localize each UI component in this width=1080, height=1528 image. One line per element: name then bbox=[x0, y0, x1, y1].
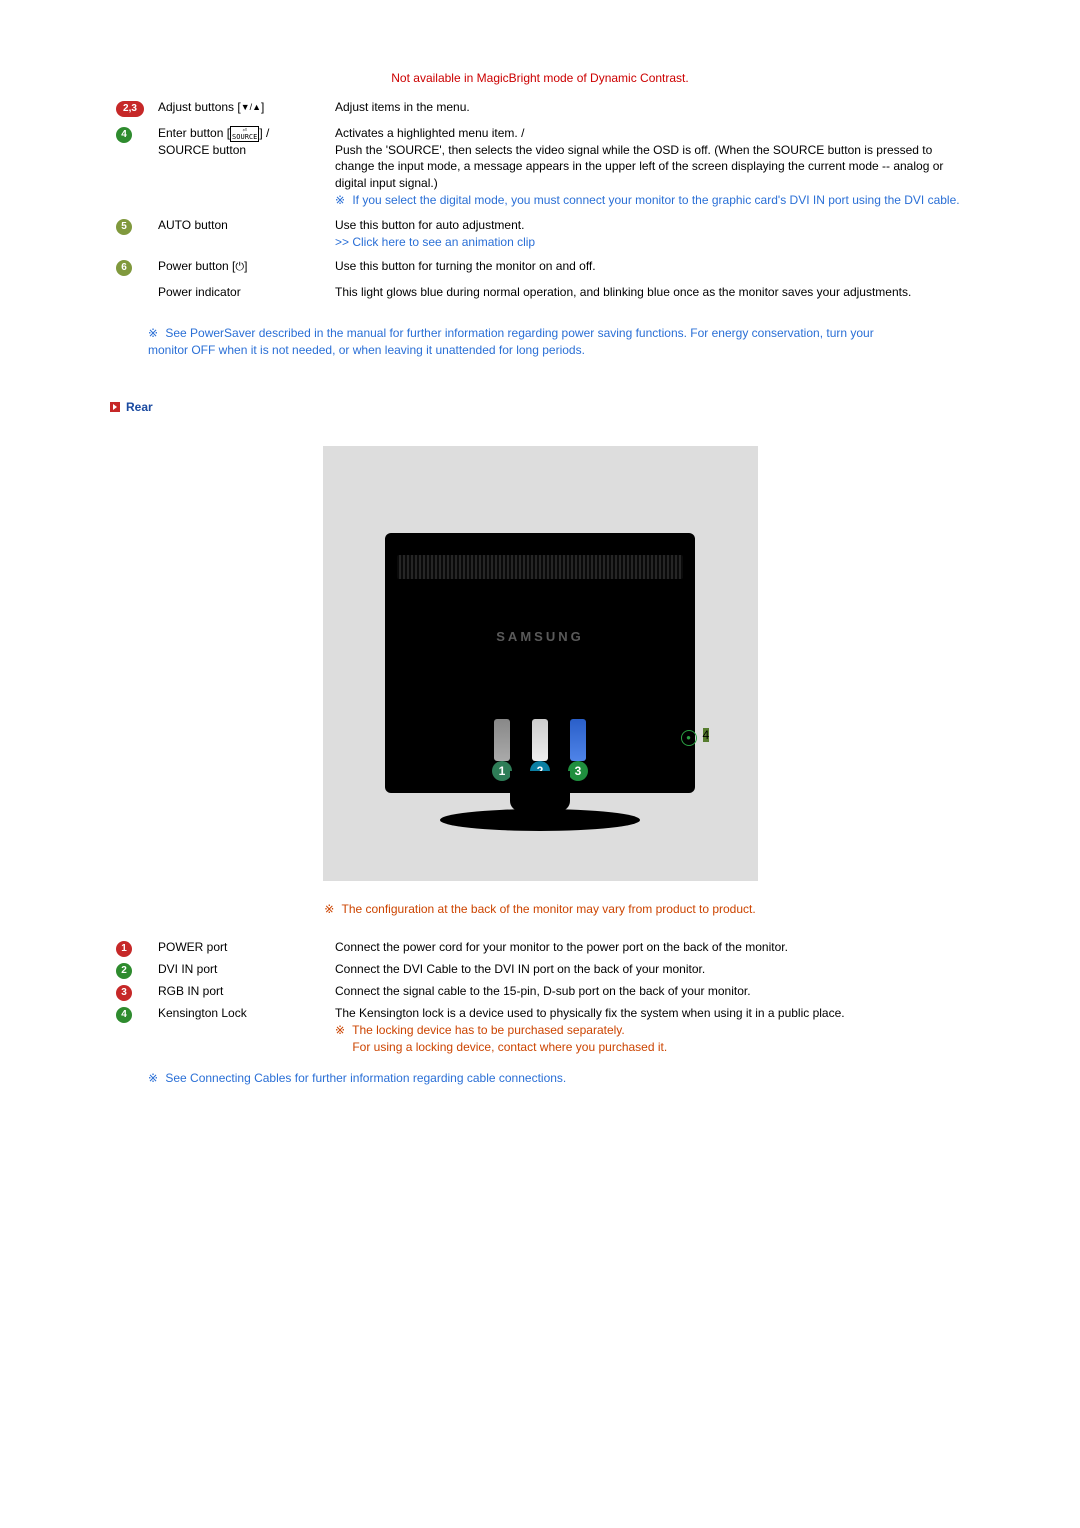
kensington-row: 4 Kensington Lock The Kensington lock is… bbox=[110, 1003, 970, 1057]
brand-logo: SAMSUNG bbox=[385, 628, 695, 646]
port-badge-1: 1 bbox=[492, 761, 512, 781]
enter-source-label: Enter button [⏎SOURCE] / SOURCE button bbox=[152, 121, 329, 213]
down-up-arrow-icon: ▼/▲ bbox=[241, 101, 261, 114]
dvi-in-desc: Connect the DVI Cable to the DVI IN port… bbox=[329, 959, 970, 981]
kensington-desc: The Kensington lock is a device used to … bbox=[329, 1003, 970, 1057]
rgb-in-label: RGB IN port bbox=[152, 981, 329, 1003]
enter-source-row: 4 Enter button [⏎SOURCE] / SOURCE button… bbox=[110, 121, 970, 213]
magicbright-warning: Not available in MagicBright mode of Dyn… bbox=[110, 70, 970, 87]
auto-button-label: AUTO button bbox=[152, 213, 329, 255]
dvi-in-label: DVI IN port bbox=[152, 959, 329, 981]
adjust-buttons-desc: Adjust items in the menu. bbox=[329, 95, 970, 121]
rear-config-note: The configuration at the back of the mon… bbox=[341, 902, 755, 916]
rear-config-note-block: ※ The configuration at the back of the m… bbox=[110, 901, 970, 918]
power-port-callout: 1 bbox=[492, 761, 512, 781]
rgb-port-callout: 3 bbox=[568, 761, 588, 781]
rgb-cable-icon bbox=[570, 719, 586, 761]
note-mark-icon: ※ bbox=[335, 1022, 349, 1039]
adjust-buttons-row: 2,3 Adjust buttons [▼/▲] Adjust items in… bbox=[110, 95, 970, 121]
enter-source-icon: ⏎SOURCE bbox=[230, 126, 259, 142]
monitor-rear-image: SAMSUNG 1 2 3 ● bbox=[110, 446, 970, 881]
power-indicator-row: Power indicator This light glows blue du… bbox=[110, 280, 970, 305]
badge-2-rear: 2 bbox=[116, 963, 132, 979]
badge-4-rear: 4 bbox=[116, 1007, 132, 1023]
power-icon: ⏻ bbox=[235, 261, 244, 273]
badge-4: 4 bbox=[116, 127, 132, 143]
dvi-in-row: 2 DVI IN port Connect the DVI Cable to t… bbox=[110, 959, 970, 981]
rgb-in-desc: Connect the signal cable to the 15-pin, … bbox=[329, 981, 970, 1003]
see-connecting-cables-block: ※ See Connecting Cables for further info… bbox=[148, 1070, 970, 1087]
badge-3-rear: 3 bbox=[116, 985, 132, 1001]
badge-5: 5 bbox=[116, 219, 132, 235]
kensington-callout: ● 4 bbox=[703, 727, 723, 747]
rear-ports-table: 1 POWER port Connect the power cord for … bbox=[110, 937, 970, 1057]
power-button-label: Power button [⏻] bbox=[152, 254, 329, 280]
powersaver-note: See PowerSaver described in the manual f… bbox=[148, 326, 874, 357]
badge-2-3: 2,3 bbox=[116, 101, 144, 117]
monitor-body: SAMSUNG 1 2 3 bbox=[385, 533, 695, 793]
monitor-vents bbox=[397, 555, 683, 579]
play-triangle-icon bbox=[110, 402, 120, 412]
monitor-stand-neck bbox=[510, 771, 570, 811]
locking-device-note-2: For using a locking device, contact wher… bbox=[352, 1040, 667, 1054]
digital-mode-note: If you select the digital mode, you must… bbox=[352, 193, 959, 207]
powersaver-note-block: ※ See PowerSaver described in the manual… bbox=[148, 325, 878, 359]
note-mark-icon: ※ bbox=[335, 192, 349, 209]
badge-1-rear: 1 bbox=[116, 941, 132, 957]
kensington-slot-icon: ● bbox=[681, 730, 697, 746]
power-indicator-label: Power indicator bbox=[152, 280, 329, 305]
note-mark-icon: ※ bbox=[324, 901, 334, 918]
note-mark-icon: ※ bbox=[148, 1070, 162, 1087]
power-button-desc: Use this button for turning the monitor … bbox=[329, 254, 970, 280]
auto-button-desc: Use this button for auto adjustment. >> … bbox=[329, 213, 970, 255]
badge-6: 6 bbox=[116, 260, 132, 276]
rear-section-heading: Rear bbox=[110, 399, 970, 416]
connecting-cables-link[interactable]: Connecting Cables bbox=[190, 1071, 291, 1085]
power-port-label: POWER port bbox=[152, 937, 329, 959]
power-indicator-desc: This light glows blue during normal oper… bbox=[329, 280, 970, 305]
dvi-cable-icon bbox=[532, 719, 548, 761]
kensington-label: Kensington Lock bbox=[152, 1003, 329, 1057]
locking-device-note-1: The locking device has to be purchased s… bbox=[352, 1023, 625, 1037]
note-mark-icon: ※ bbox=[148, 325, 162, 342]
front-controls-table: 2,3 Adjust buttons [▼/▲] Adjust items in… bbox=[110, 95, 970, 305]
enter-source-desc: Activates a highlighted menu item. / Pus… bbox=[329, 121, 970, 213]
adjust-buttons-label: Adjust buttons [▼/▲] bbox=[152, 95, 329, 121]
rgb-in-row: 3 RGB IN port Connect the signal cable t… bbox=[110, 981, 970, 1003]
monitor-rear-bg: SAMSUNG 1 2 3 ● bbox=[323, 446, 758, 881]
power-button-row: 6 Power button [⏻] Use this button for t… bbox=[110, 254, 970, 280]
port-badge-3: 3 bbox=[568, 761, 588, 781]
monitor-stand-base bbox=[440, 809, 640, 831]
power-port-row: 1 POWER port Connect the power cord for … bbox=[110, 937, 970, 959]
power-port-desc: Connect the power cord for your monitor … bbox=[329, 937, 970, 959]
auto-button-row: 5 AUTO button Use this button for auto a… bbox=[110, 213, 970, 255]
port-badge-4: 4 bbox=[703, 728, 710, 742]
power-cable-icon bbox=[494, 719, 510, 761]
animation-clip-link[interactable]: >> Click here to see an animation clip bbox=[335, 235, 535, 249]
manual-page: Not available in MagicBright mode of Dyn… bbox=[0, 0, 1080, 1528]
